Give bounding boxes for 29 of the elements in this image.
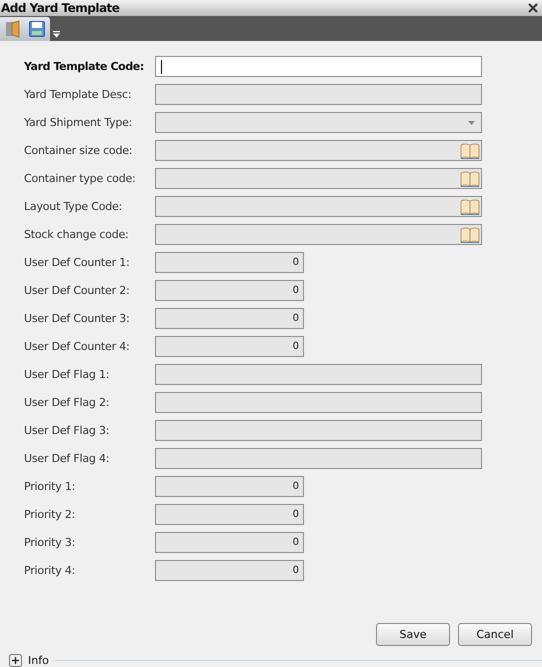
field-label: User Def Counter 3: [24, 312, 131, 325]
field-label: Priority 3: [24, 536, 76, 549]
field-label: User Def Flag 1: [24, 368, 110, 381]
field-label: Stock change code: [24, 228, 130, 241]
field-label: Yard Template Desc: [24, 88, 132, 101]
field-label: Priority 2: [24, 508, 76, 521]
save-button[interactable]: Save [376, 623, 450, 646]
expand-icon[interactable] [9, 654, 22, 667]
dropdown-arrow-icon [468, 120, 475, 124]
cancel-button[interactable]: Cancel [458, 623, 532, 646]
field-label: User Def Flag 3: [24, 424, 110, 437]
field-label: User Def Flag 2: [24, 396, 110, 409]
close-icon[interactable] [528, 2, 538, 13]
field-label: Yard Shipment Type: [24, 116, 134, 129]
door-icon[interactable] [4, 20, 22, 38]
field-label: User Def Counter 4: [24, 340, 131, 353]
input-field[interactable] [155, 56, 482, 77]
field-label: Yard Template Code: [24, 60, 145, 73]
overflow-icon[interactable] [53, 31, 60, 38]
window-title: Add Yard Template [1, 0, 120, 15]
field-label: Priority 1: [24, 480, 76, 493]
field-label: User Def Counter 1: [24, 256, 131, 269]
field-label: Container size code: [24, 144, 134, 157]
field-label: User Def Counter 2: [24, 284, 131, 297]
field-label: Container type code: [24, 172, 137, 185]
field-label: Layout Type Code: [24, 200, 124, 213]
field-label: User Def Flag 4: [24, 452, 110, 465]
info-section-label[interactable]: Info [28, 654, 49, 667]
field-label: Priority 4: [24, 564, 76, 577]
